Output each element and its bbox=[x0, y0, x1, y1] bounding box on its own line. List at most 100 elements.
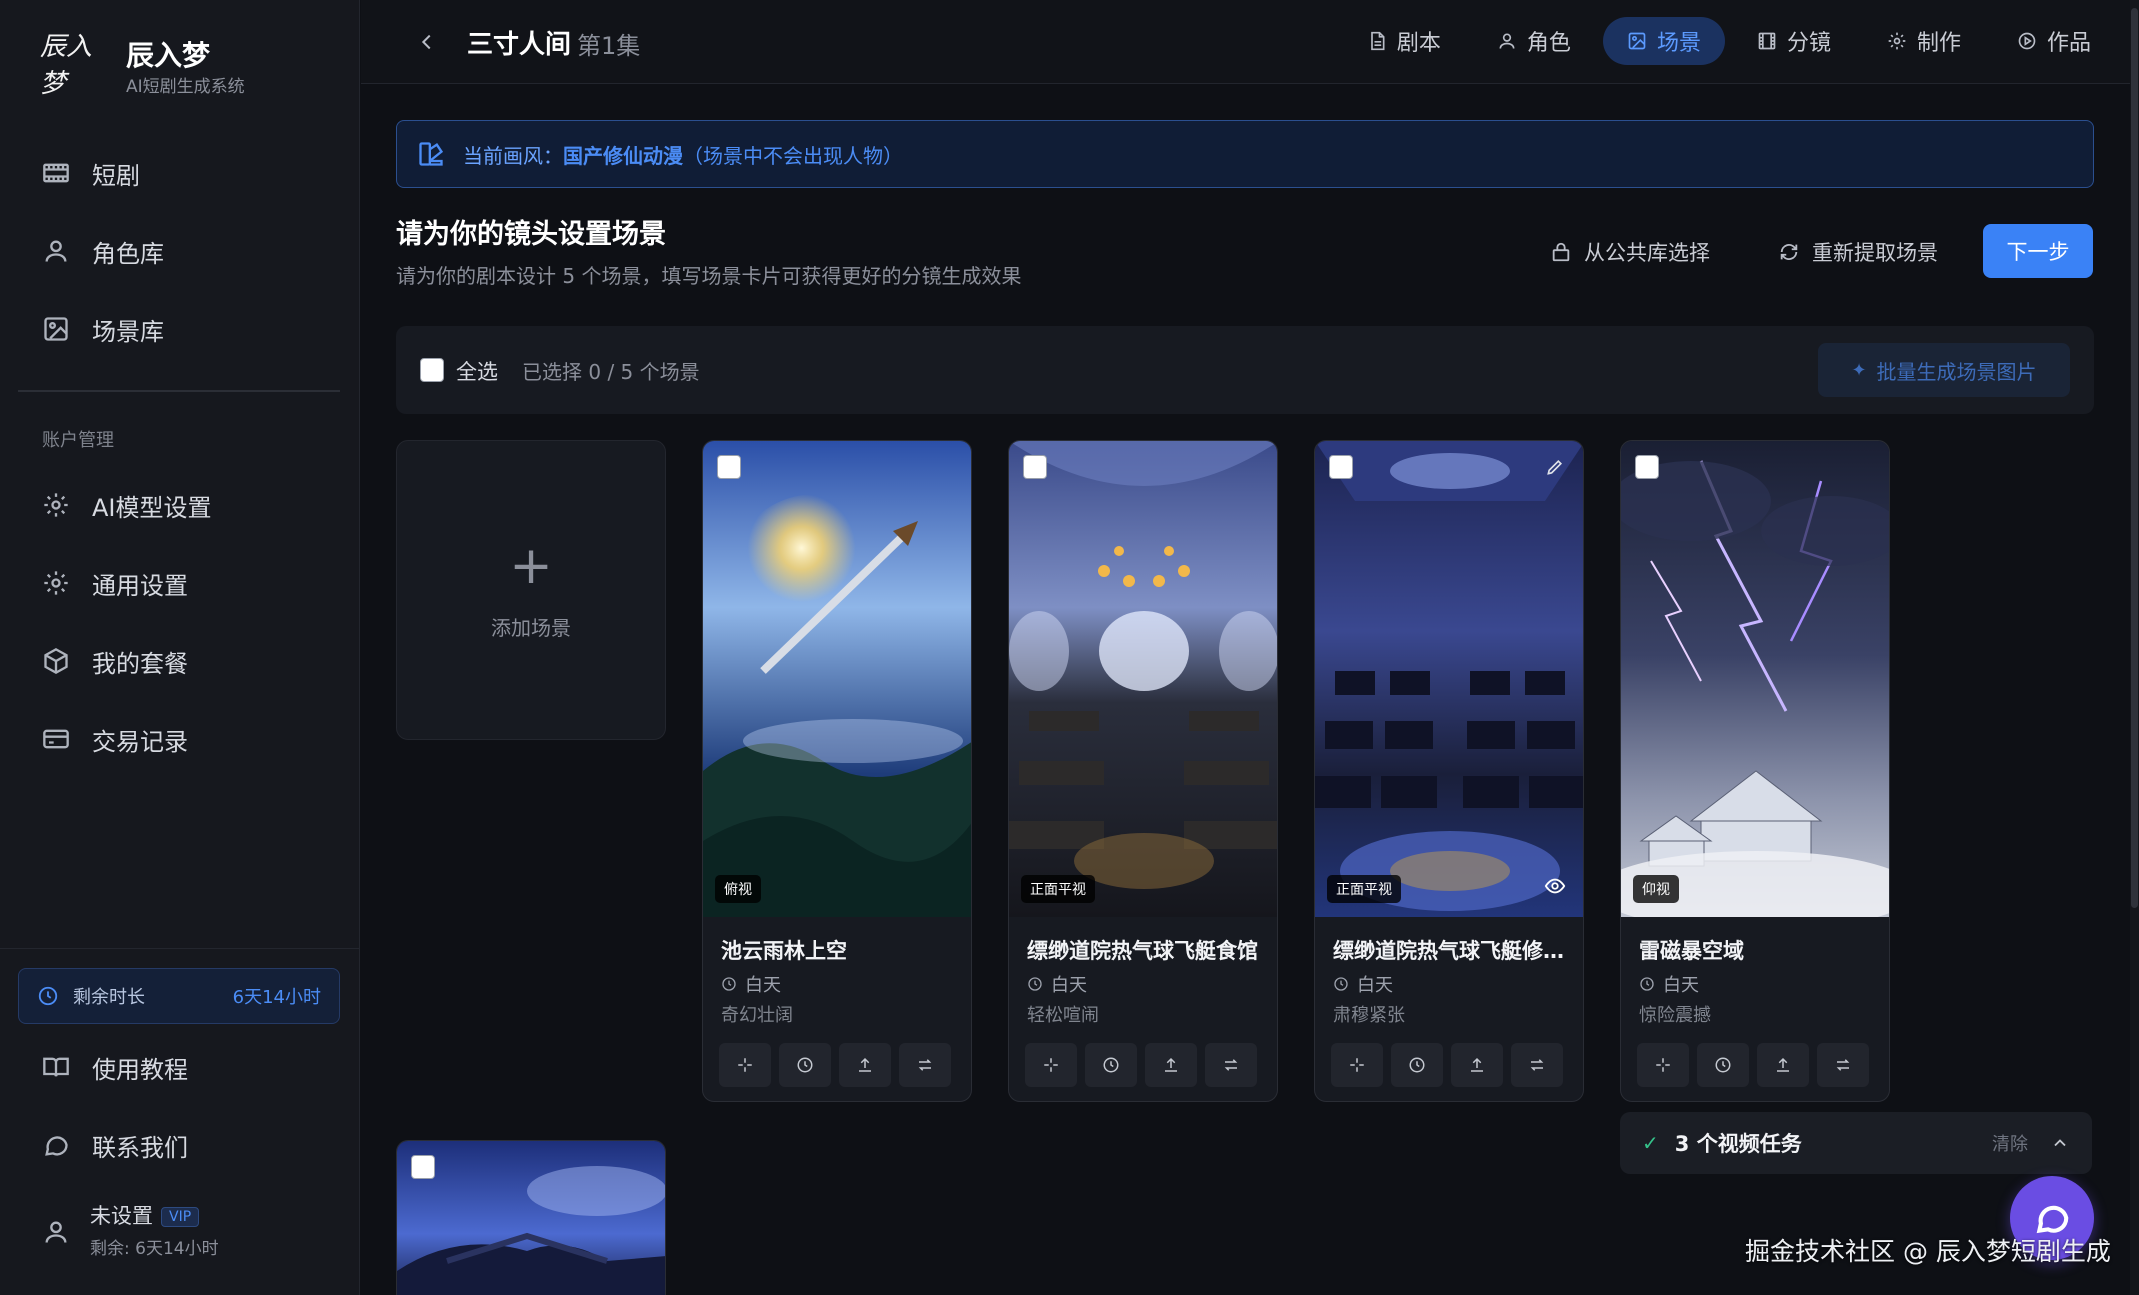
sidebar-item-contact[interactable]: 联系我们 bbox=[18, 1112, 340, 1178]
style-note: （场景中不会出现人物） bbox=[683, 143, 903, 168]
history-button[interactable] bbox=[1085, 1043, 1137, 1087]
history-button[interactable] bbox=[779, 1043, 831, 1087]
user-profile[interactable]: 未设置 VIP 剩余: 6天14小时 bbox=[42, 1200, 219, 1259]
upload-button[interactable] bbox=[839, 1043, 891, 1087]
tab-storyboard[interactable]: 分镜 bbox=[1733, 17, 1855, 65]
view-angle-tag: 正面平视 bbox=[1327, 875, 1401, 903]
tab-works[interactable]: 作品 bbox=[1993, 17, 2115, 65]
scene-mood: 惊险震撼 bbox=[1639, 1005, 1711, 1026]
tab-label: 作品 bbox=[2046, 31, 2091, 56]
tab-label: 制作 bbox=[1916, 31, 1961, 56]
scene-card[interactable]: 俯视 池云雨林上空 白天 奇幻壮阔 bbox=[702, 440, 972, 1102]
sparkle-icon bbox=[1350, 1058, 1364, 1072]
package-icon bbox=[44, 647, 68, 675]
generate-image-button[interactable] bbox=[1331, 1043, 1383, 1087]
public-library-button[interactable]: 从公共库选择 bbox=[1550, 232, 1710, 272]
clock-icon bbox=[797, 1057, 813, 1073]
scene-time-label: 白天 bbox=[745, 975, 781, 996]
view-angle-tag: 仰视 bbox=[1633, 875, 1679, 903]
scene-thumbnail[interactable] bbox=[1621, 441, 1890, 917]
back-button[interactable] bbox=[409, 24, 445, 60]
watermark: 掘金技术社区 @ 辰入梦短剧生成 bbox=[1745, 1237, 2111, 1266]
upload-button[interactable] bbox=[1757, 1043, 1809, 1087]
tab-characters[interactable]: 角色 bbox=[1473, 17, 1595, 65]
replace-button[interactable] bbox=[1817, 1043, 1869, 1087]
upload-button[interactable] bbox=[1145, 1043, 1197, 1087]
sidebar-item-general-settings[interactable]: 通用设置 bbox=[18, 550, 340, 616]
history-button[interactable] bbox=[1391, 1043, 1443, 1087]
tab-label: 分镜 bbox=[1786, 31, 1831, 56]
clear-tasks-button[interactable]: 清除 bbox=[1992, 1130, 2028, 1156]
scene-checkbox[interactable] bbox=[1635, 455, 1659, 479]
video-task-panel[interactable]: ✓ 3 个视频任务 清除 bbox=[1620, 1112, 2092, 1174]
select-all-checkbox[interactable] bbox=[420, 358, 444, 382]
scene-checkbox[interactable] bbox=[1329, 455, 1353, 479]
sparkle-icon bbox=[738, 1058, 752, 1072]
scene-checkbox[interactable] bbox=[1023, 455, 1047, 479]
add-scene-card[interactable]: + 添加场景 bbox=[396, 440, 666, 740]
tab-label: 角色 bbox=[1526, 31, 1571, 56]
batch-generate-label: 批量生成场景图片 bbox=[1876, 359, 2037, 384]
scene-time: 白天 bbox=[721, 971, 781, 997]
selected-count: 已选择 0 / 5 个场景 bbox=[522, 360, 700, 384]
sidebar-item-dramas[interactable]: 短剧 bbox=[18, 140, 340, 206]
scene-thumbnail[interactable] bbox=[1009, 441, 1278, 917]
tab-scenes[interactable]: 场景 bbox=[1602, 17, 1725, 65]
tab-production[interactable]: 制作 bbox=[1863, 17, 1985, 65]
sidebar-item-label: 通用设置 bbox=[92, 571, 188, 600]
scene-card[interactable]: 正面平视 缥缈道院热气球飞艇食馆 白天 轻松喧闹 bbox=[1008, 440, 1278, 1102]
sidebar-item-tutorial[interactable]: 使用教程 bbox=[18, 1034, 340, 1100]
swap-icon bbox=[1530, 1059, 1544, 1071]
eye-icon bbox=[1544, 878, 1566, 894]
scene-actions bbox=[1331, 1043, 1563, 1087]
tab-script[interactable]: 剧本 bbox=[1343, 17, 1465, 65]
gear-icon bbox=[44, 571, 68, 595]
book-icon bbox=[43, 1057, 69, 1077]
replace-button[interactable] bbox=[899, 1043, 951, 1087]
history-button[interactable] bbox=[1697, 1043, 1749, 1087]
scene-mood: 奇幻壮阔 bbox=[721, 1005, 793, 1026]
scene-name: 池云雨林上空 bbox=[721, 939, 847, 963]
scene-actions bbox=[1637, 1043, 1869, 1087]
sidebar-item-characters[interactable]: 角色库 bbox=[18, 218, 340, 284]
upload-button[interactable] bbox=[1451, 1043, 1503, 1087]
replace-button[interactable] bbox=[1205, 1043, 1257, 1087]
scrollbar-thumb[interactable] bbox=[2131, 8, 2138, 908]
chevron-left-icon bbox=[421, 34, 431, 50]
sparkle-icon bbox=[1656, 1058, 1670, 1072]
batch-generate-button[interactable]: ✦ 批量生成场景图片 bbox=[1818, 343, 2070, 397]
divider bbox=[18, 390, 340, 392]
clock-icon bbox=[1334, 977, 1348, 991]
scene-card[interactable]: 仰视 雷磁暴空域 白天 惊险震撼 bbox=[1620, 440, 1890, 1102]
sidebar-item-transactions[interactable]: 交易记录 bbox=[18, 706, 340, 772]
replace-button[interactable] bbox=[1511, 1043, 1563, 1087]
scene-card[interactable]: 正面平视 缥缈道院热气球飞艇修炼室 白天 肃穆紧张 bbox=[1314, 440, 1584, 1102]
clock-icon bbox=[722, 977, 736, 991]
plus-icon: + bbox=[509, 535, 553, 596]
scene-checkbox[interactable] bbox=[411, 1155, 435, 1179]
re-extract-button[interactable]: 重新提取场景 bbox=[1778, 232, 1938, 272]
swap-icon bbox=[1224, 1059, 1238, 1071]
select-all-label[interactable]: 全选 bbox=[456, 356, 498, 386]
next-step-button[interactable]: 下一步 bbox=[1983, 224, 2093, 278]
scene-thumbnail[interactable] bbox=[397, 1141, 666, 1295]
chevron-up-icon[interactable] bbox=[2050, 1133, 2070, 1153]
scene-time-label: 白天 bbox=[1663, 975, 1699, 996]
sidebar-item-ai-model-settings[interactable]: AI模型设置 bbox=[18, 472, 340, 538]
sidebar-item-my-plan[interactable]: 我的套餐 bbox=[18, 628, 340, 694]
scene-time: 白天 bbox=[1027, 971, 1087, 997]
app-logo[interactable]: 辰入梦 辰入梦 AI短剧生成系统 bbox=[40, 32, 245, 99]
project-title: 三寸人间 bbox=[467, 30, 572, 60]
scene-checkbox[interactable] bbox=[717, 455, 741, 479]
preview-button[interactable] bbox=[1543, 875, 1569, 897]
scene-card[interactable] bbox=[396, 1140, 666, 1295]
generate-image-button[interactable] bbox=[1637, 1043, 1689, 1087]
sidebar-item-scenes[interactable]: 场景库 bbox=[18, 296, 340, 362]
upload-icon bbox=[859, 1057, 871, 1072]
generate-image-button[interactable] bbox=[719, 1043, 771, 1087]
edit-button[interactable] bbox=[1545, 457, 1567, 479]
scene-thumbnail[interactable] bbox=[703, 441, 972, 917]
swap-icon bbox=[1836, 1059, 1850, 1071]
generate-image-button[interactable] bbox=[1025, 1043, 1077, 1087]
scene-thumbnail[interactable] bbox=[1315, 441, 1584, 917]
